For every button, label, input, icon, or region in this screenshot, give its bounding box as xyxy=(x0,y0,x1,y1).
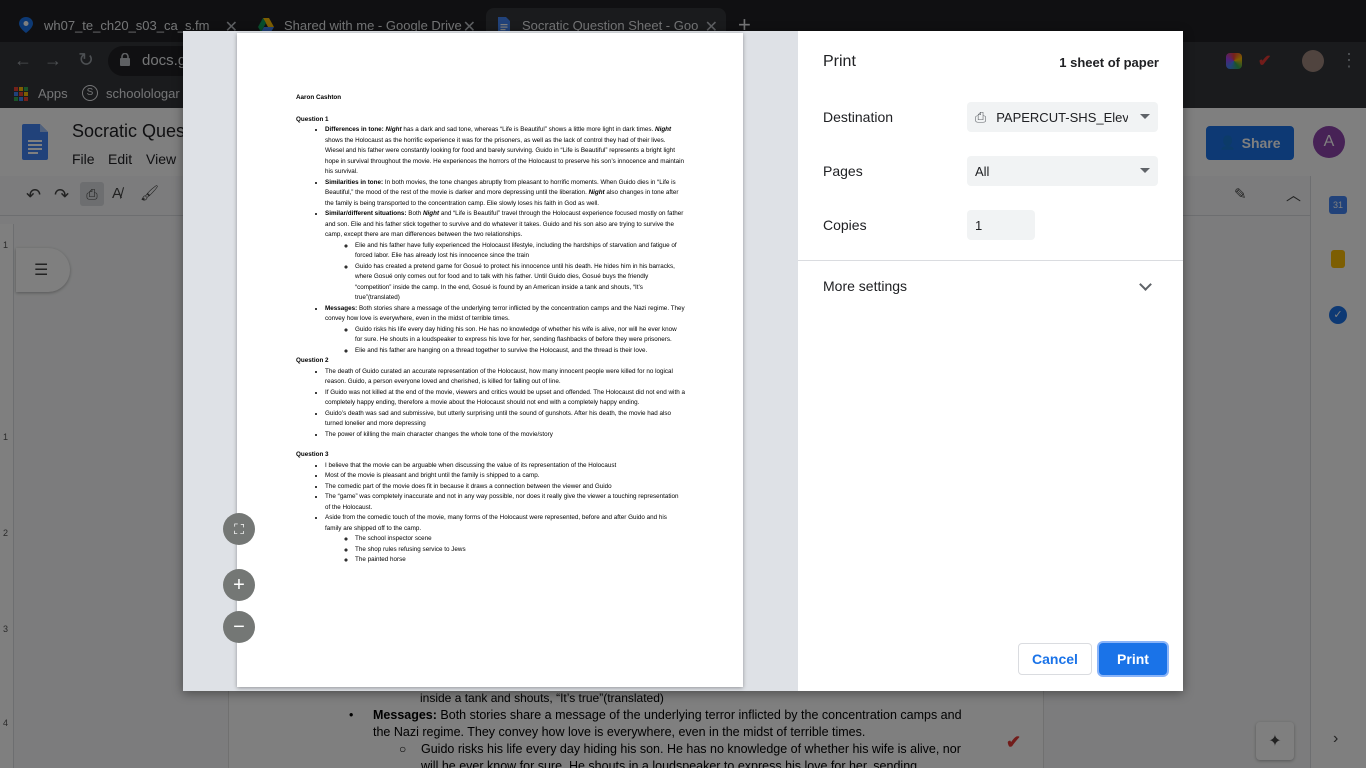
pages-value: All xyxy=(975,163,990,179)
cancel-button[interactable]: Cancel xyxy=(1018,643,1092,675)
list-item: If Guido was not killed at the end of th… xyxy=(325,388,685,409)
list-item: Most of the movie is pleasant and bright… xyxy=(325,471,685,482)
pages-select[interactable]: All xyxy=(967,156,1158,186)
copies-label: Copies xyxy=(823,217,867,233)
list-item: The comedic part of the movie does fit i… xyxy=(325,482,685,493)
copies-input[interactable]: 1 xyxy=(967,210,1035,240)
question-heading: Question 3 xyxy=(296,451,329,458)
list-item: Differences in tone: Night has a dark an… xyxy=(325,125,685,178)
print-preview-pane: Aaron Cashton Question 1 Differences in … xyxy=(183,31,798,691)
more-settings-toggle[interactable]: More settings xyxy=(823,278,907,294)
zoom-out-icon[interactable]: − xyxy=(223,611,255,643)
sub-list: The school inspector scene The shop rule… xyxy=(325,534,685,566)
sheet-count: 1 sheet of paper xyxy=(1059,55,1159,70)
print-button[interactable]: Print xyxy=(1099,643,1167,675)
list-item: The shop rules refusing service to Jews xyxy=(355,545,685,556)
chevron-down-icon[interactable] xyxy=(1139,278,1152,291)
fit-to-page-icon[interactable]: ⛶ xyxy=(223,513,255,545)
question-heading: Question 2 xyxy=(296,357,329,364)
pages-label: Pages xyxy=(823,163,863,179)
dropdown-arrow-icon xyxy=(1140,114,1150,119)
list-item: Messages: Both stories share a message o… xyxy=(325,304,685,357)
question-list: I believe that the movie can be arguable… xyxy=(296,461,685,566)
sub-list: Guido risks his life every day hiding hi… xyxy=(325,325,685,357)
question-list: Differences in tone: Night has a dark an… xyxy=(296,125,685,356)
list-item: Guido has created a pretend game for Gos… xyxy=(355,262,685,304)
dropdown-arrow-icon xyxy=(1140,168,1150,173)
list-item: The death of Guido curated an accurate r… xyxy=(325,367,685,388)
print-title: Print xyxy=(823,53,856,70)
zoom-in-icon[interactable]: + xyxy=(223,569,255,601)
list-item: The painted horse xyxy=(355,555,685,566)
list-item: Similarities in tone: In both movies, th… xyxy=(325,178,685,210)
preview-page: Aaron Cashton Question 1 Differences in … xyxy=(237,33,743,687)
destination-label: Destination xyxy=(823,109,894,125)
list-item: I believe that the movie can be arguable… xyxy=(325,461,685,472)
divider xyxy=(798,260,1183,261)
sub-list: Elie and his father have fully experienc… xyxy=(325,241,685,304)
list-item: Aside from the comedic touch of the movi… xyxy=(325,513,685,566)
print-dialog: Aaron Cashton Question 1 Differences in … xyxy=(183,31,1183,691)
list-item: Elie and his father are hanging on a thr… xyxy=(355,346,685,357)
list-item: Similar/different situations: Both Night… xyxy=(325,209,685,304)
destination-select[interactable]: ⎙ PAPERCUT-SHS_Eleva xyxy=(967,102,1158,132)
question-heading: Question 1 xyxy=(296,115,329,123)
question-list: The death of Guido curated an accurate r… xyxy=(296,367,685,441)
author-name: Aaron Cashton xyxy=(296,94,342,101)
list-item: Guido’s death was sad and submissive, bu… xyxy=(325,409,685,430)
list-item: Guido risks his life every day hiding hi… xyxy=(355,325,685,346)
printer-icon: ⎙ xyxy=(975,108,987,125)
print-settings-pane: Print 1 sheet of paper Destination ⎙ PAP… xyxy=(798,31,1183,691)
list-item: The school inspector scene xyxy=(355,534,685,545)
list-item: The “game” was completely inaccurate and… xyxy=(325,492,685,513)
destination-value: PAPERCUT-SHS_Eleva xyxy=(996,109,1129,125)
list-item: Elie and his father have fully experienc… xyxy=(355,241,685,262)
list-item: The power of killing the main character … xyxy=(325,430,685,441)
